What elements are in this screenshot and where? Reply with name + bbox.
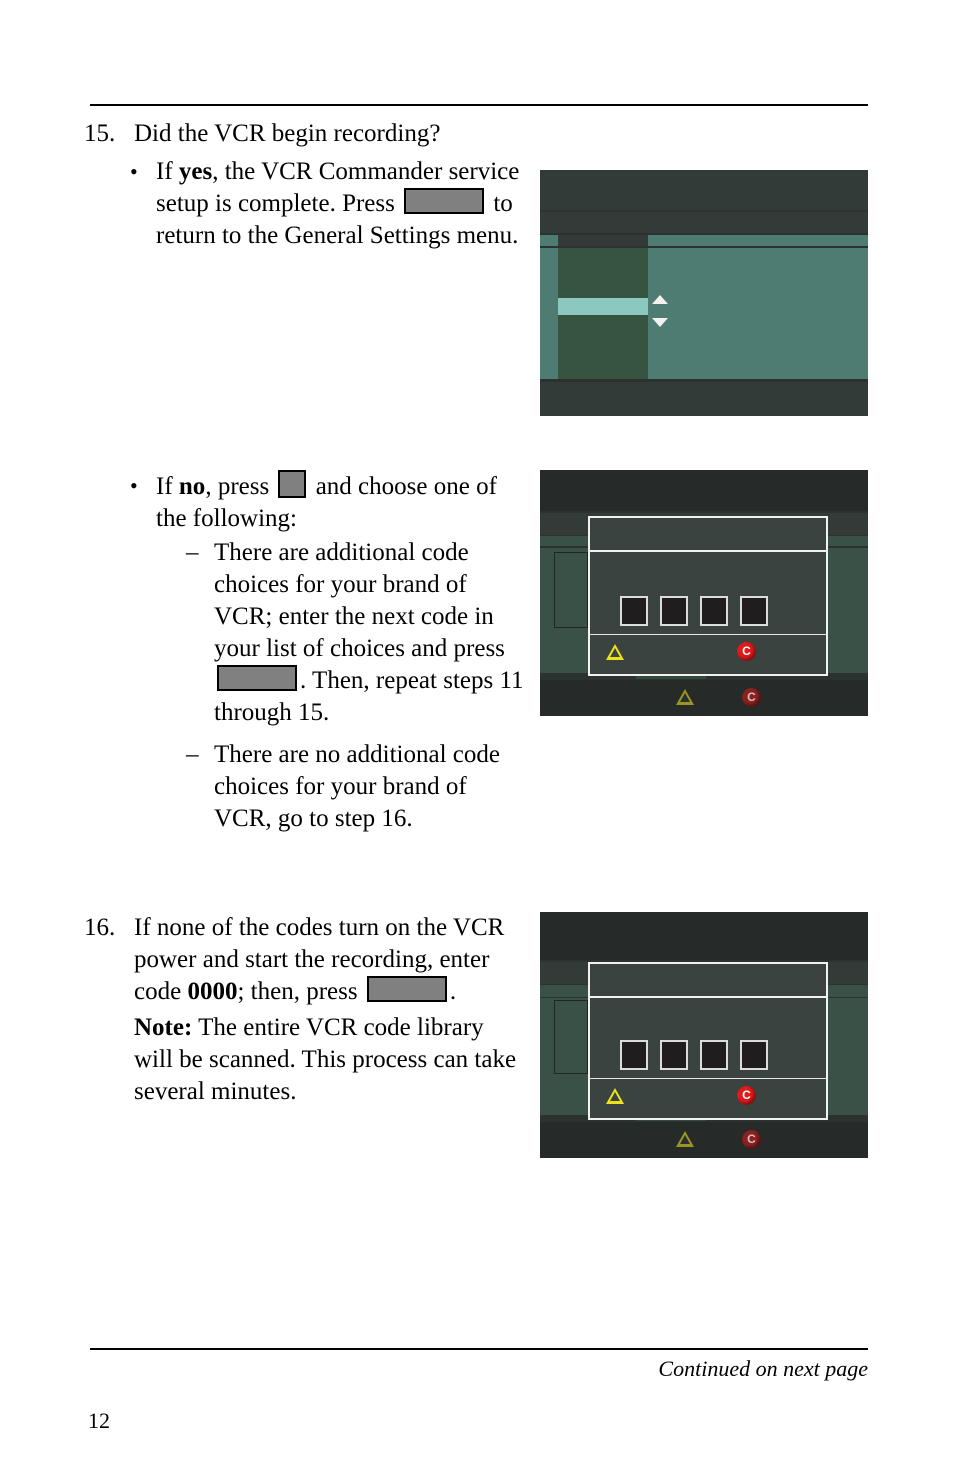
code-digit-box-4[interactable]	[740, 1040, 768, 1070]
step-16-body: If none of the codes turn on the VCR pow…	[134, 912, 524, 1108]
triangle-down-icon[interactable]	[652, 318, 668, 327]
code-digit-box-3[interactable]	[700, 596, 728, 626]
step-15: 15. Did the VCR begin recording? • If ye…	[84, 118, 524, 252]
bullet-no-text: If no, press and choose one of the follo…	[156, 470, 524, 535]
tv-bottom-chrome-band	[540, 1122, 868, 1158]
step-16-number: 16.	[84, 914, 116, 941]
step-16-row: 16. If none of the codes turn on the VCR…	[84, 912, 524, 1108]
redacted-button-graphic	[278, 470, 307, 498]
tv-header-label-block	[558, 235, 648, 246]
step-15-heading: Did the VCR begin recording?	[134, 120, 441, 147]
screenshot-code-entry-a: C C	[540, 470, 868, 716]
sub-item-wrap-1: – There are additional code choices for …	[130, 537, 524, 835]
dialog-titlebar	[590, 518, 826, 552]
record-c-icon: C	[737, 1086, 756, 1105]
tv-bottom-chrome-band	[540, 382, 868, 416]
body-text: If	[156, 158, 179, 185]
step-16: 16. If none of the codes turn on the VCR…	[84, 912, 524, 1108]
warning-triangle-icon-dim	[676, 689, 694, 705]
code-entry-dialog: C	[588, 962, 828, 1120]
tv-top-chrome-band	[540, 912, 868, 960]
redacted-button-graphic	[404, 188, 485, 214]
code-digit-box-1[interactable]	[620, 1040, 648, 1070]
dash-marker: –	[186, 741, 199, 768]
step-15-bullet-no: • If no, press and choose one of the fol…	[130, 470, 524, 535]
step-15-bullet-yes: • If yes, the VCR Commander service setu…	[130, 156, 524, 252]
continued-note: Continued on next page	[658, 1356, 868, 1381]
step-15-number: 15.	[84, 120, 116, 147]
emphasis-text: no	[178, 473, 206, 500]
tv-menu-selected-row[interactable]	[558, 298, 648, 315]
dialog-footer-separator	[590, 634, 826, 635]
warning-triangle-icon	[606, 1088, 624, 1104]
record-c-icon-dim: C	[742, 688, 761, 707]
warning-triangle-icon-dim	[676, 1131, 694, 1147]
tv-bottom-chrome-band	[540, 680, 868, 716]
code-digit-box-2[interactable]	[660, 596, 688, 626]
page-number: 12	[88, 1408, 110, 1433]
tv-second-chrome-band	[540, 212, 868, 233]
code-digit-box-2[interactable]	[660, 1040, 688, 1070]
triangle-up-icon[interactable]	[652, 295, 668, 304]
step-16-paragraph-1: If none of the codes turn on the VCR pow…	[134, 912, 524, 1008]
bullet-marker: •	[130, 473, 138, 498]
subitem-2-text: There are no additional code choices for…	[214, 739, 524, 835]
body-text: If	[156, 473, 179, 500]
code-digit-box-3[interactable]	[700, 1040, 728, 1070]
emphasis-text: 0000	[187, 978, 238, 1005]
code-entry-dialog: C	[588, 516, 828, 676]
dash-marker: –	[186, 539, 199, 566]
redacted-button-graphic	[217, 665, 297, 691]
body-text: , press	[205, 473, 276, 500]
emphasis-text: yes	[178, 158, 213, 185]
step-16-note: Note: The entire VCR code library will b…	[134, 1012, 524, 1108]
bullet-marker: •	[130, 159, 138, 184]
screenshot-menu-list	[540, 170, 868, 416]
screenshot-code-entry-b: C C	[540, 912, 868, 1158]
body-text: There are additional code choices for yo…	[214, 539, 505, 662]
warning-triangle-icon	[606, 644, 624, 660]
record-c-icon-dim: C	[742, 1130, 761, 1149]
body-text: There are no additional code choices for…	[214, 741, 500, 832]
tv-menu-list-outline	[554, 552, 588, 628]
step-15-subitem-1: – There are additional code choices for …	[186, 537, 524, 729]
emphasis-text: Note:	[134, 1014, 193, 1041]
dialog-titlebar	[590, 964, 826, 998]
body-text: .	[449, 978, 457, 1005]
tv-menu-list-outline	[554, 1000, 588, 1074]
document-page: 15. Did the VCR begin recording? • If ye…	[0, 0, 954, 1475]
dialog-footer-separator	[590, 1078, 826, 1079]
header-rule	[90, 104, 868, 106]
tv-top-chrome-band	[540, 470, 868, 511]
tv-top-chrome-band	[540, 170, 868, 210]
record-c-icon: C	[737, 642, 756, 661]
step-15-heading-row: 15. Did the VCR begin recording?	[84, 118, 524, 150]
code-digit-box-1[interactable]	[620, 596, 648, 626]
step-15-bullet-no-group: • If no, press and choose one of the fol…	[84, 470, 524, 835]
body-text: The entire VCR code library will be scan…	[134, 1014, 517, 1105]
subitem-1-text: There are additional code choices for yo…	[214, 537, 524, 729]
step-15-subitem-2: – There are no additional code choices f…	[186, 739, 524, 835]
footer-rule	[90, 1348, 868, 1350]
bullet-yes-text: If yes, the VCR Commander service setup …	[156, 156, 524, 252]
code-digit-box-4[interactable]	[740, 596, 768, 626]
body-text: ; then, press	[237, 978, 364, 1005]
redacted-button-graphic	[366, 976, 447, 1002]
